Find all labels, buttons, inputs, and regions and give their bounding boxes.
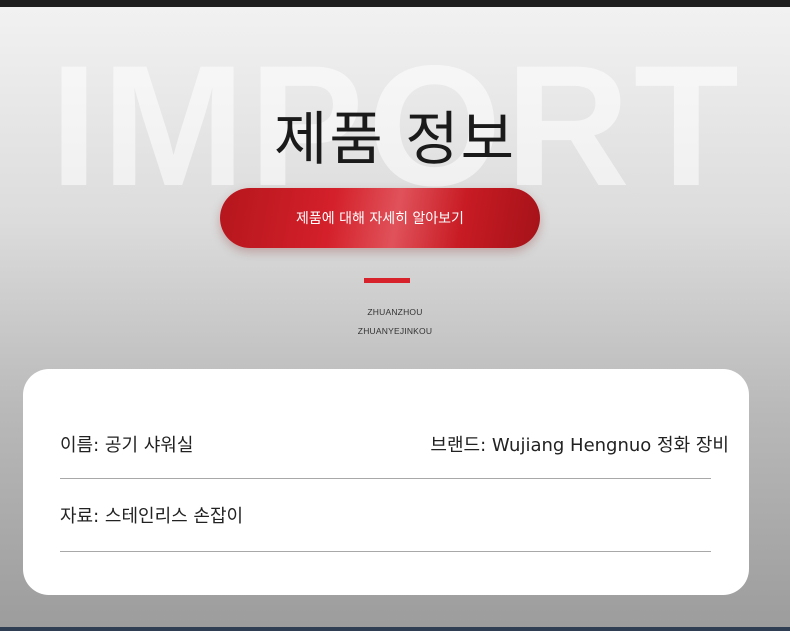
info-row: 이름: 공기 샤워실 브랜드: Wujiang Hengnuo 정화 장비 bbox=[60, 431, 729, 457]
subtitle-line-2: ZHUANYEJINKOU bbox=[357, 326, 433, 336]
learn-more-button-label: 제품에 대해 자세히 알아보기 bbox=[296, 211, 464, 227]
subtitle-line-1: ZHUANZHOU bbox=[367, 307, 423, 317]
learn-more-button[interactable]: 제품에 대해 자세히 알아보기 bbox=[220, 188, 540, 248]
product-name-field: 이름: 공기 샤워실 bbox=[60, 435, 194, 456]
bottom-bar bbox=[0, 627, 790, 631]
product-info-card: 이름: 공기 샤워실 브랜드: Wujiang Hengnuo 정화 장비 자료… bbox=[23, 369, 749, 595]
info-row: 자료: 스테인리스 손잡이 bbox=[60, 502, 711, 528]
row-divider bbox=[60, 478, 711, 479]
row-divider bbox=[60, 551, 711, 552]
material-field: 자료: 스테인리스 손잡이 bbox=[60, 506, 244, 527]
top-bar bbox=[0, 0, 790, 7]
accent-divider bbox=[364, 278, 410, 283]
brand-field: 브랜드: Wujiang Hengnuo 정화 장비 bbox=[430, 435, 729, 456]
page-title: 제품 정보 bbox=[274, 105, 516, 173]
